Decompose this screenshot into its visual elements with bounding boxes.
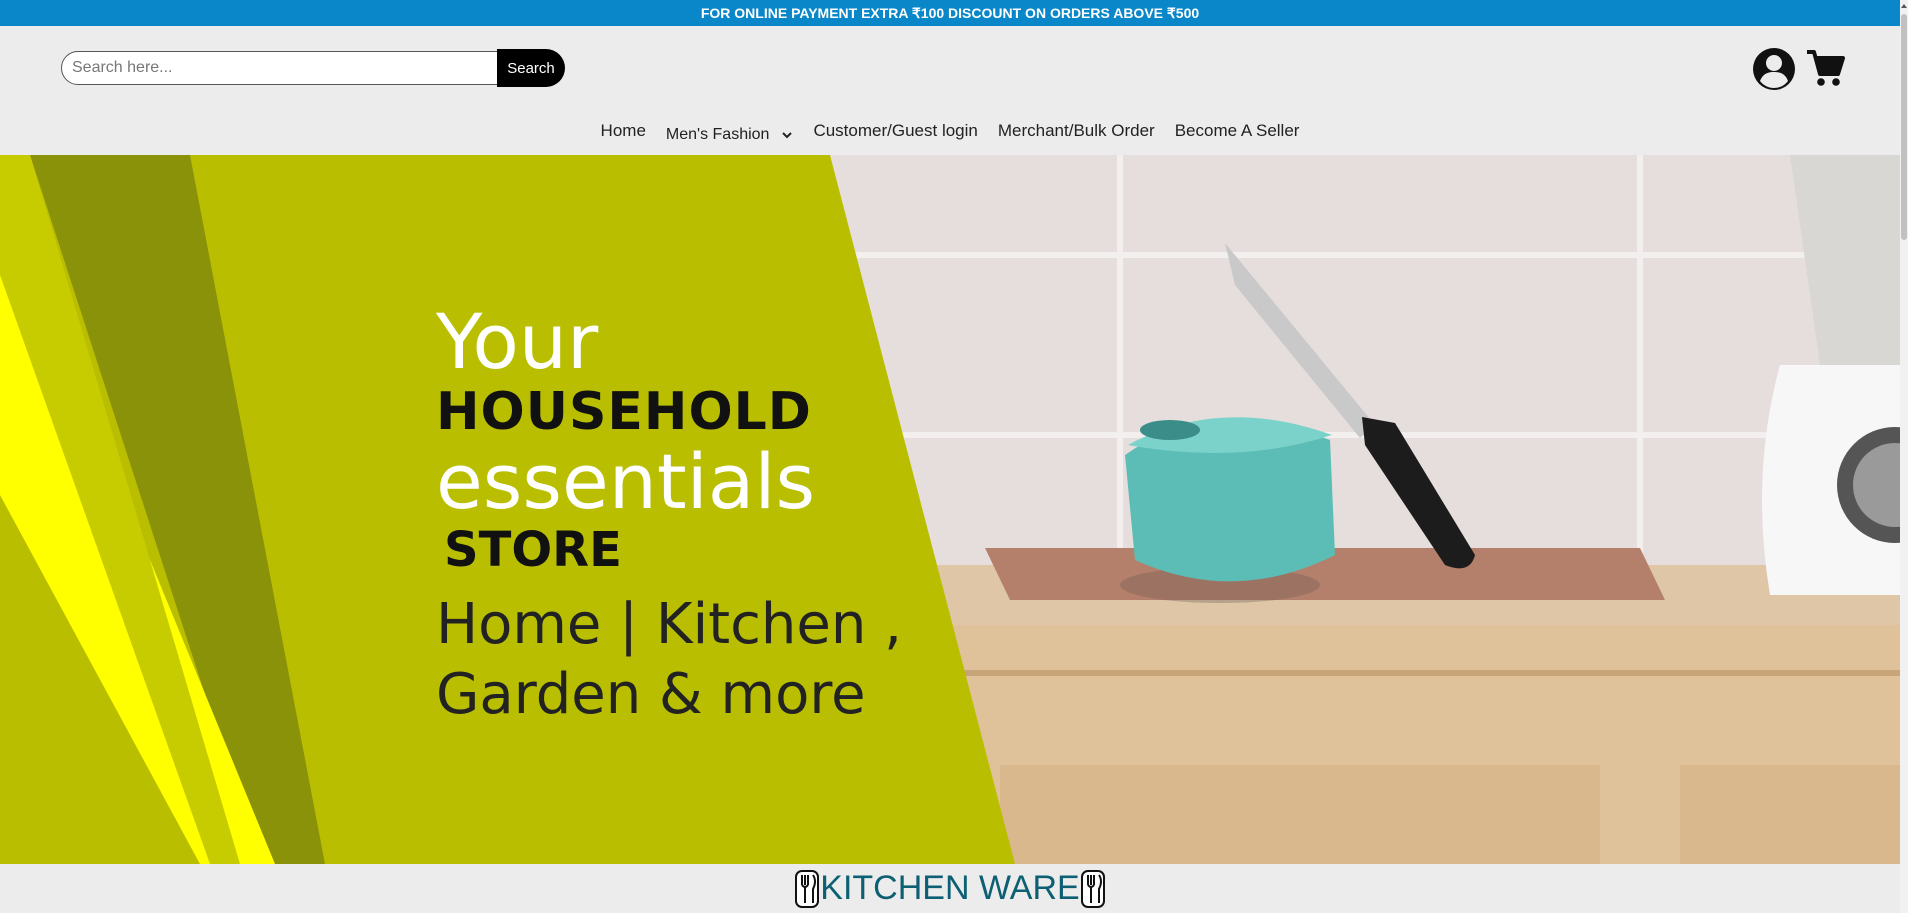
kitchen-ware-heading: KITCHEN WARE — [0, 864, 1900, 913]
nav-mens-fashion-label: Men's Fashion — [665, 126, 770, 143]
nav-home[interactable]: Home — [591, 121, 656, 141]
section-title: KITCHEN WARE — [820, 869, 1080, 907]
hero-headline: Your HOUSEHOLD essentials STORE Home | K… — [436, 300, 902, 730]
search-button[interactable]: Search — [497, 49, 565, 87]
chevron-down-icon — [782, 132, 793, 139]
utensils-icon — [795, 869, 820, 908]
nav-merchant-bulk-order[interactable]: Merchant/Bulk Order — [988, 121, 1165, 141]
search-input[interactable] — [61, 51, 499, 85]
utensils-icon — [1080, 869, 1105, 908]
scroll-up-arrow-icon[interactable] — [1901, 2, 1907, 10]
main-nav: Home Men's Fashion Customer/Guest login … — [0, 118, 1900, 144]
hero-line-store: STORE — [444, 522, 622, 578]
nav-become-seller[interactable]: Become A Seller — [1165, 121, 1310, 141]
hero-subtitle-line1: Home | Kitchen , — [436, 592, 902, 657]
hero-line-household: HOUSEHOLD — [436, 382, 812, 442]
page-scrollbar[interactable] — [1900, 0, 1908, 913]
search-bar: Search — [61, 49, 565, 87]
site-header: Search Home Men's Fashion Customer/Guest… — [0, 26, 1900, 154]
nav-customer-login[interactable]: Customer/Guest login — [803, 121, 987, 141]
promo-banner: FOR ONLINE PAYMENT EXTRA ₹100 DISCOUNT O… — [0, 0, 1900, 26]
hero-line-your: Your — [436, 297, 599, 386]
shopping-cart-icon[interactable] — [1805, 46, 1845, 90]
user-circle-icon[interactable] — [1752, 47, 1796, 91]
hero-subtitle-line2: Garden & more — [436, 662, 866, 727]
scrollbar-thumb[interactable] — [1901, 14, 1907, 240]
hero-banner[interactable]: Your HOUSEHOLD essentials STORE Home | K… — [0, 155, 1900, 864]
hero-line-essentials: essentials — [436, 437, 816, 526]
nav-mens-fashion-dropdown[interactable]: Men's Fashion — [656, 118, 804, 144]
hero-illustration — [0, 155, 1900, 864]
page: FOR ONLINE PAYMENT EXTRA ₹100 DISCOUNT O… — [0, 0, 1908, 913]
